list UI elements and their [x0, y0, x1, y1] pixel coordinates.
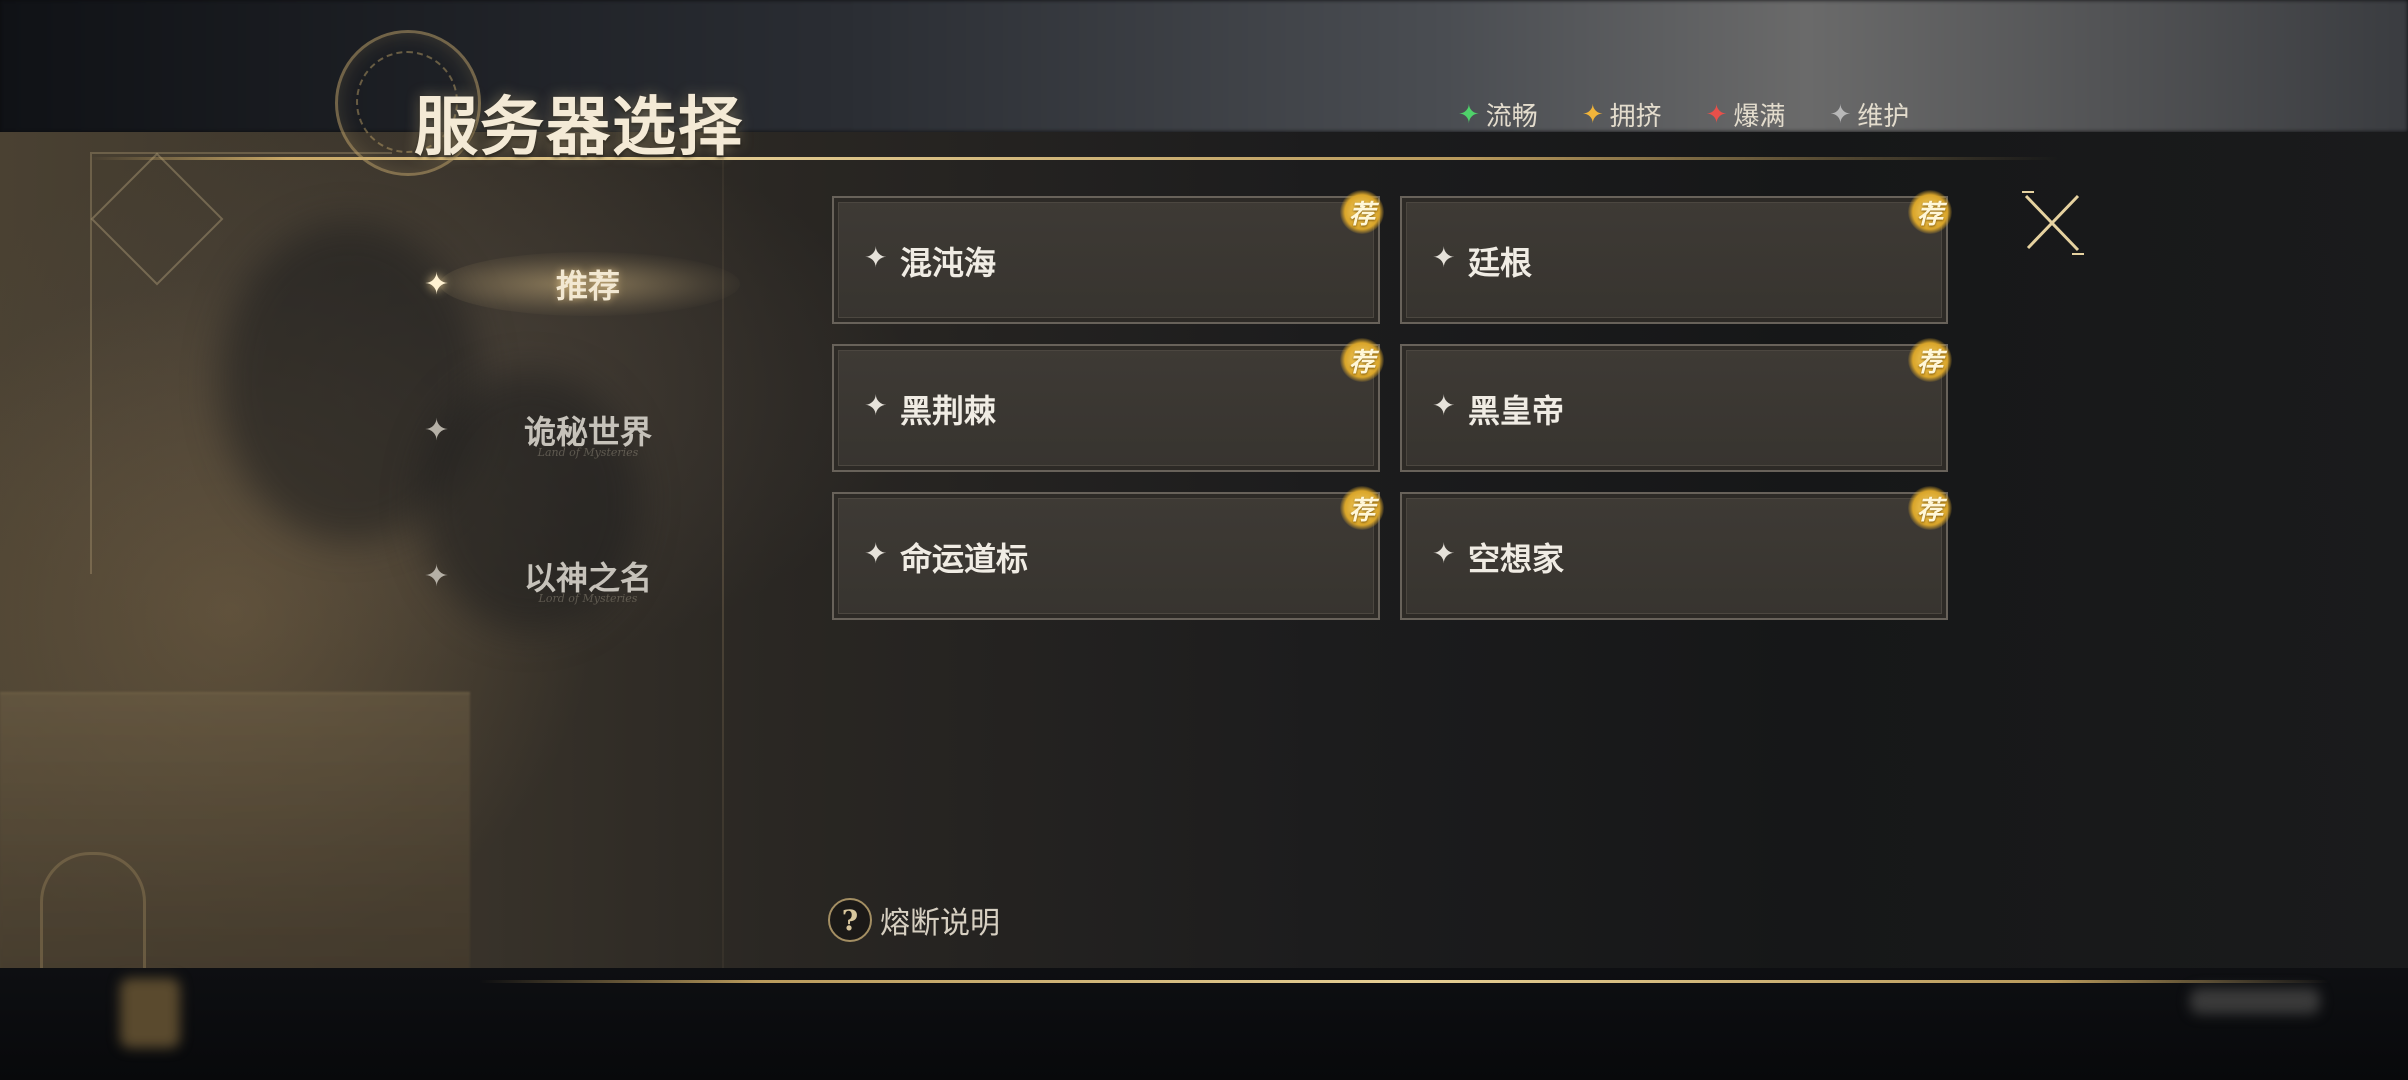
question-icon: ? [828, 898, 872, 942]
help-label: 熔断说明 [880, 906, 1000, 941]
sidebar-item-in-gods-name[interactable]: ✦ 以神之名 Lord of Mysteries [420, 536, 720, 616]
sidebar-item-label: 推荐 [555, 267, 620, 305]
server-button[interactable]: ✦ 空想家 荐 [1400, 486, 1952, 620]
sparkle-star-icon: ✦ [424, 558, 450, 594]
server-name: 混沌海 [900, 244, 997, 282]
sparkle-star-icon: ✦ [864, 537, 888, 570]
blurred-icon [2190, 988, 2320, 1014]
legend-item-crowded: ✦ 拥挤 [1582, 96, 1662, 133]
sidebar-item-subtitle: Lord of Mysteries [538, 592, 638, 605]
legend-item-full: ✦ 爆满 [1706, 96, 1786, 133]
recommend-badge: 荐 [1908, 190, 1952, 234]
sparkle-star-icon: ✦ [1432, 389, 1456, 422]
server-name: 空想家 [1468, 540, 1565, 578]
server-name: 黑荆棘 [900, 392, 997, 430]
server-name: 廷根 [1468, 244, 1533, 282]
recommend-badge: 荐 [1908, 486, 1952, 530]
server-name: 黑皇帝 [1468, 392, 1565, 430]
legend-item-maintenance: ✦ 维护 [1829, 96, 1909, 133]
recommend-badge: 荐 [1908, 338, 1952, 382]
server-button[interactable]: ✦ 命运道标 荐 [832, 486, 1384, 620]
close-button[interactable] [2020, 190, 2086, 256]
sidebar-item-subtitle: Land of Mysteries [537, 446, 639, 459]
server-name: 命运道标 [900, 540, 1029, 578]
sparkle-star-icon: ✦ [424, 266, 450, 302]
legend-label: 维护 [1857, 102, 1910, 132]
page-title: 服务器选择 [414, 90, 744, 165]
arch-decoration [40, 852, 146, 975]
status-legend: ✦ 流畅 ✦ 拥挤 ✦ 爆满 ✦ 维护 [1458, 96, 1909, 133]
sidebar-item-recommended[interactable]: ✦ 推荐 [420, 244, 740, 324]
sparkle-star-icon: ✦ [1432, 241, 1456, 274]
gold-divider-bottom [480, 980, 2330, 983]
sparkle-star-icon: ✦ [1432, 537, 1456, 570]
recommend-badge-label: 荐 [1916, 199, 1943, 230]
recommend-badge-label: 荐 [1348, 495, 1375, 526]
recommend-badge-label: 荐 [1348, 199, 1375, 230]
background-bottom [0, 968, 2408, 1080]
server-button[interactable]: ✦ 黑皇帝 荐 [1400, 338, 1952, 472]
sparkle-star-icon: ✦ [864, 389, 888, 422]
green-star-icon: ✦ [1458, 99, 1480, 130]
recommend-badge-label: 荐 [1916, 347, 1943, 378]
legend-item-smooth: ✦ 流畅 [1458, 96, 1538, 133]
sidebar-item-mystery-world[interactable]: ✦ 诡秘世界 Land of Mysteries [420, 390, 720, 470]
orange-star-icon: ✦ [1581, 99, 1604, 130]
recommend-badge: 荐 [1340, 486, 1384, 530]
legend-label: 流畅 [1485, 102, 1538, 132]
server-select-screen: 服务器选择 ✦ 流畅 ✦ 拥挤 ✦ 爆满 ✦ 维护 ✦ 推荐 ✦ 诡秘世界 La… [0, 0, 2408, 1080]
server-button[interactable]: ✦ 黑荆棘 荐 [832, 338, 1384, 472]
legend-label: 拥挤 [1609, 102, 1662, 132]
sparkle-star-icon: ✦ [864, 241, 888, 274]
help-link[interactable]: ? 熔断说明 [828, 898, 1000, 942]
close-icon [2022, 191, 2084, 255]
recommend-badge: 荐 [1340, 190, 1384, 234]
red-star-icon: ✦ [1705, 99, 1728, 130]
gray-star-icon: ✦ [1829, 99, 1852, 130]
server-button[interactable]: ✦ 廷根 荐 [1400, 190, 1952, 324]
blurred-icon [120, 978, 180, 1048]
recommend-badge-label: 荐 [1916, 495, 1943, 526]
sparkle-star-icon: ✦ [424, 412, 450, 448]
recommend-badge-label: 荐 [1348, 347, 1375, 378]
server-button[interactable]: ✦ 混沌海 荐 [832, 190, 1384, 324]
legend-label: 爆满 [1733, 102, 1786, 132]
recommend-badge: 荐 [1340, 338, 1384, 382]
